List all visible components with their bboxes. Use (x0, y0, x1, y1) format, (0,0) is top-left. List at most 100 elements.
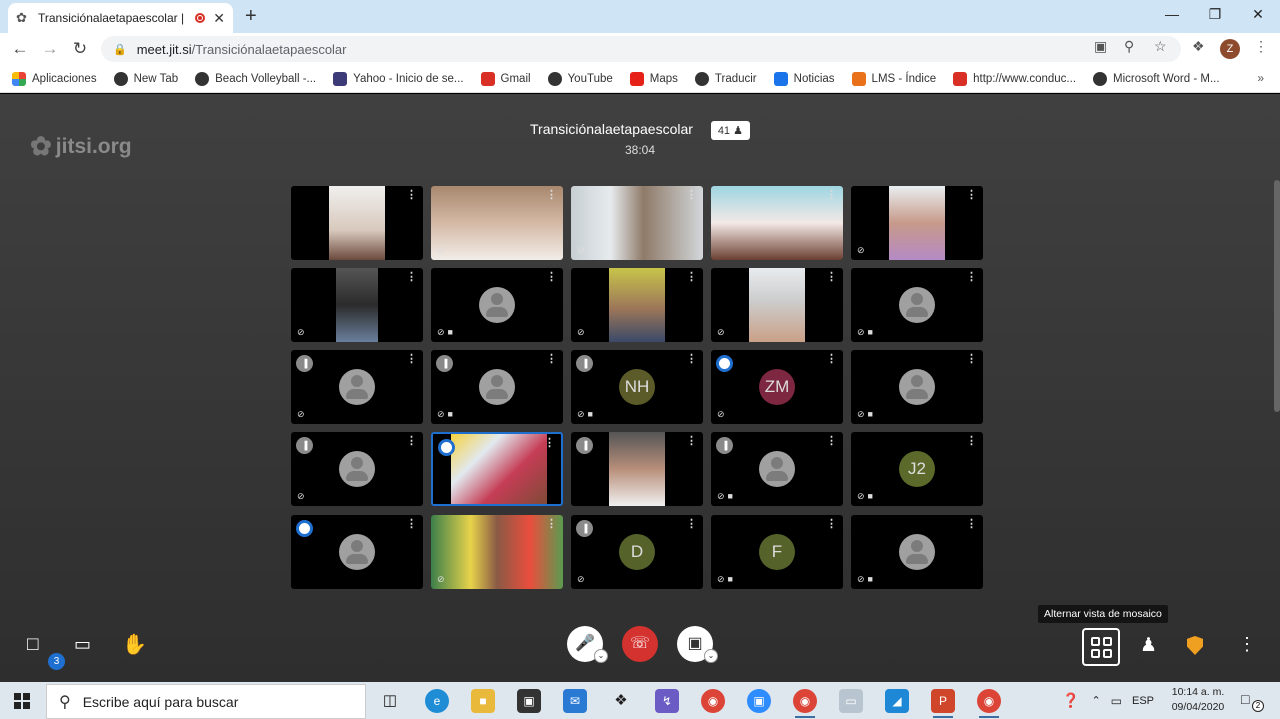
participant-tile[interactable]: ⋮ ⊘ ■ (431, 268, 563, 342)
file-explorer-icon[interactable]: ■ (471, 689, 495, 713)
new-tab-button[interactable]: + (245, 5, 257, 28)
tile-menu-icon[interactable]: ⋮ (406, 272, 417, 283)
chrome-icon[interactable]: ◉ (701, 689, 725, 713)
forward-icon[interactable]: → (40, 39, 60, 59)
participant-tile[interactable]: ZM ⋮ ⊘ (711, 350, 843, 424)
connection-indicator-icon[interactable] (716, 355, 733, 372)
tile-menu-icon[interactable]: ⋮ (966, 272, 977, 283)
camera-permission-icon[interactable]: ▣ (1094, 38, 1107, 55)
participant-tile[interactable]: ⋮ ⊘ (431, 515, 563, 589)
participant-tile[interactable]: F ⋮ ⊘ ■ (711, 515, 843, 589)
bookmarks-overflow-icon[interactable]: » (1257, 71, 1264, 85)
bookmark-item[interactable]: Microsoft Word - M... (1093, 71, 1220, 86)
tile-menu-icon[interactable]: ⋮ (966, 190, 977, 201)
participant-tile[interactable]: NH ▐ ⋮ ⊘ ■ (571, 350, 703, 424)
zoom-icon[interactable]: ⚲ (1124, 38, 1134, 55)
participant-tile[interactable]: ⋮ ⊘ ■ (851, 515, 983, 589)
bookmark-item[interactable]: http://www.conduc... (953, 71, 1076, 86)
participant-tile[interactable]: ⋮ ⊘ (431, 186, 563, 260)
tile-view-button[interactable] (1082, 628, 1120, 666)
participant-count-badge[interactable]: 41 ♟ (710, 121, 750, 140)
tile-menu-icon[interactable]: ⋮ (544, 438, 555, 449)
whiteboard-icon[interactable]: ◢ (885, 689, 909, 713)
reload-icon[interactable]: ↻ (70, 39, 90, 59)
raise-hand-icon[interactable]: ✋ (122, 632, 147, 657)
audio-options-chevron-icon[interactable]: ⌄ (594, 649, 608, 663)
tile-menu-icon[interactable]: ⋮ (686, 272, 697, 283)
help-icon[interactable]: ❓ (1062, 692, 1079, 709)
screenshare-icon[interactable]: ▭ (74, 634, 91, 655)
bookmark-item[interactable]: Noticias (773, 71, 835, 86)
video-options-chevron-icon[interactable]: ⌄ (704, 649, 718, 663)
extensions-icon[interactable]: ❖ (1192, 38, 1205, 55)
participant-tile[interactable]: ⋮ ⊘ (571, 186, 703, 260)
connection-indicator-icon[interactable]: ▐ (296, 355, 313, 372)
dropbox-icon[interactable]: ❖ (609, 689, 633, 713)
tablet-app-icon[interactable]: ▭ (839, 689, 863, 713)
tile-menu-icon[interactable]: ⋮ (546, 354, 557, 365)
connection-indicator-icon[interactable]: ▐ (716, 437, 733, 454)
invite-people-icon[interactable]: ♟ (1140, 634, 1157, 657)
bookmark-item[interactable]: Beach Volleyball -... (195, 71, 316, 86)
address-bar[interactable]: 🔒 meet.jit.si/Transiciónalaetapaescolar (101, 36, 1181, 62)
participant-tile[interactable]: ⋮ ⊘ (711, 268, 843, 342)
connection-indicator-icon[interactable]: ▐ (576, 520, 593, 537)
taskbar-search-input[interactable]: ⚲ Escribe aquí para buscar (46, 684, 366, 719)
chrome-menu-icon[interactable]: ⋮ (1254, 38, 1268, 55)
tile-menu-icon[interactable]: ⋮ (826, 272, 837, 283)
participant-tile[interactable]: J2 ⋮ ⊘ ■ (851, 432, 983, 506)
tile-menu-icon[interactable]: ⋮ (966, 436, 977, 447)
tile-menu-icon[interactable]: ⋮ (546, 190, 557, 201)
tile-menu-icon[interactable]: ⋮ (406, 519, 417, 530)
tile-menu-icon[interactable]: ⋮ (406, 190, 417, 201)
bookmark-item[interactable]: Yahoo - Inicio de se... (333, 71, 464, 86)
participant-tile[interactable]: ▐ ⋮ ⊘ (291, 350, 423, 424)
minimize-icon[interactable]: — (1162, 6, 1182, 22)
participant-tile[interactable]: ▐ ⋮ (571, 432, 703, 506)
participant-tile[interactable]: ⋮ ⊘ (851, 186, 983, 260)
tile-scrollbar[interactable] (1274, 180, 1280, 412)
bookmark-item[interactable]: Aplicaciones (12, 71, 97, 86)
bookmark-item[interactable]: LMS - Índice (851, 71, 936, 86)
bookmark-item[interactable]: Maps (629, 71, 678, 86)
tile-menu-icon[interactable]: ⋮ (826, 436, 837, 447)
tile-menu-icon[interactable]: ⋮ (966, 519, 977, 530)
notifications-icon[interactable]: □ (1241, 691, 1249, 707)
tile-menu-icon[interactable]: ⋮ (406, 436, 417, 447)
power-automate-icon[interactable]: ↯ (655, 689, 679, 713)
participant-tile[interactable]: ⋮ (711, 186, 843, 260)
more-options-icon[interactable]: ⋮ (1238, 634, 1256, 655)
tile-menu-icon[interactable]: ⋮ (546, 272, 557, 283)
tile-menu-icon[interactable]: ⋮ (686, 190, 697, 201)
tile-menu-icon[interactable]: ⋮ (826, 354, 837, 365)
connection-indicator-icon[interactable] (296, 520, 313, 537)
bookmark-item[interactable]: New Tab (113, 71, 178, 86)
connection-indicator-icon[interactable]: ▐ (576, 437, 593, 454)
browser-tab[interactable]: ✿ Transiciónalaetapaescolar | J ✕ (8, 3, 233, 33)
restore-icon[interactable]: ❐ (1205, 6, 1225, 23)
close-window-icon[interactable]: ✕ (1248, 6, 1268, 23)
chrome-profile-d-icon[interactable]: ◉ (977, 689, 1001, 718)
tile-menu-icon[interactable]: ⋮ (686, 519, 697, 530)
tile-menu-icon[interactable]: ⋮ (686, 436, 697, 447)
chat-icon[interactable]: □ (27, 634, 38, 656)
close-tab-icon[interactable]: ✕ (213, 10, 225, 27)
mail-icon[interactable]: ✉ (563, 689, 587, 713)
participant-tile[interactable]: ⋮ (431, 432, 563, 506)
windows-start-icon[interactable] (14, 693, 30, 709)
connection-indicator-icon[interactable]: ▐ (436, 355, 453, 372)
zoom-app-icon[interactable]: ▣ (747, 689, 771, 713)
hangup-button[interactable]: ☏ (622, 626, 658, 662)
participant-tile[interactable]: D ▐ ⋮ ⊘ (571, 515, 703, 589)
tile-menu-icon[interactable]: ⋮ (826, 519, 837, 530)
bookmark-item[interactable]: YouTube (547, 71, 613, 86)
tile-menu-icon[interactable]: ⋮ (966, 354, 977, 365)
participant-tile[interactable]: ▐ ⋮ ⊘ (291, 432, 423, 506)
participant-tile[interactable]: ⋮ (291, 186, 423, 260)
participant-tile[interactable]: ⋮ ⊘ ■ (851, 350, 983, 424)
tile-menu-icon[interactable]: ⋮ (826, 190, 837, 201)
back-icon[interactable]: ← (10, 39, 30, 59)
security-shield-icon[interactable] (1187, 636, 1203, 655)
tile-menu-icon[interactable]: ⋮ (546, 519, 557, 530)
input-language[interactable]: ESP (1132, 695, 1154, 707)
